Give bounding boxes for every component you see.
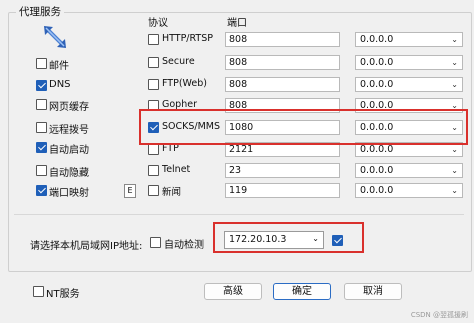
option-checkbox[interactable] [36, 58, 47, 69]
ip-value: 0.0.0.0 [360, 57, 394, 68]
protocol-label: FTP(Web) [162, 78, 207, 89]
option-checkbox[interactable] [36, 185, 47, 196]
protocol-checkbox[interactable] [148, 57, 159, 68]
protocol-label: 新闻 [162, 187, 182, 198]
group-title: 代理服务 [16, 4, 64, 19]
option-checkbox[interactable] [36, 99, 47, 110]
port-input[interactable]: 808 [225, 55, 340, 70]
port-input[interactable]: 23 [225, 163, 340, 178]
option-checkbox[interactable] [36, 122, 47, 133]
ip-value: 0.0.0.0 [360, 165, 394, 176]
protocol-header: 协议 [148, 18, 168, 29]
protocol-label: Telnet [162, 164, 191, 175]
ip-value: 0.0.0.0 [360, 34, 394, 45]
chevron-down-icon: ⌄ [451, 186, 458, 195]
divider [14, 214, 464, 215]
cancel-button[interactable]: 取消 [344, 283, 402, 300]
option-label: 远程拨号 [49, 125, 89, 136]
ok-button[interactable]: 确定 [273, 283, 331, 300]
ip-value: 0.0.0.0 [360, 185, 394, 196]
ip-select[interactable]: 0.0.0.0 ⌄ [355, 32, 463, 47]
port-input[interactable]: 808 [225, 77, 340, 92]
lan-ip-highlight [213, 222, 364, 253]
option-label: 网页缓存 [49, 102, 89, 113]
option-checkbox[interactable] [36, 165, 47, 176]
nt-service-checkbox[interactable] [33, 286, 44, 297]
ip-select[interactable]: 0.0.0.0 ⌄ [355, 77, 463, 92]
option-label: 端口映射 [49, 188, 89, 199]
ip-select[interactable]: 0.0.0.0 ⌄ [355, 163, 463, 178]
lan-ip-label: 请选择本机局域网IP地址: [30, 241, 143, 252]
option-label: DNS [49, 79, 71, 90]
advanced-button[interactable]: 高级 [204, 283, 262, 300]
chevron-down-icon: ⌄ [451, 166, 458, 175]
protocol-checkbox[interactable] [148, 79, 159, 90]
port-header: 端口 [227, 18, 247, 29]
option-checkbox[interactable] [36, 80, 47, 91]
option-checkbox[interactable] [36, 142, 47, 153]
protocol-checkbox[interactable] [148, 165, 159, 176]
protocol-checkbox[interactable] [148, 34, 159, 45]
watermark: CSDN @翌孤援刷 [410, 311, 468, 319]
chevron-down-icon: ⌄ [451, 35, 458, 44]
option-label: 自动启动 [49, 145, 89, 156]
ip-select[interactable]: 0.0.0.0 ⌄ [355, 55, 463, 70]
protocol-checkbox[interactable] [148, 185, 159, 196]
chevron-down-icon: ⌄ [451, 80, 458, 89]
protocol-checkbox[interactable] [148, 144, 159, 155]
ip-value: 0.0.0.0 [360, 79, 394, 90]
option-label: 邮件 [49, 61, 69, 72]
port-input[interactable]: 119 [225, 183, 340, 198]
chevron-down-icon: ⌄ [451, 58, 458, 67]
auto-detect-checkbox[interactable] [150, 237, 161, 248]
protocol-label: Secure [162, 56, 195, 67]
option-label: 自动隐藏 [49, 168, 89, 179]
network-arrows-icon [40, 22, 70, 52]
port-map-edit-button[interactable]: E [124, 184, 136, 198]
ip-value: 0.0.0.0 [360, 144, 394, 155]
ip-select[interactable]: 0.0.0.0 ⌄ [355, 183, 463, 198]
auto-detect-label: 自动检测 [164, 240, 204, 251]
socks-row-highlight [139, 109, 468, 145]
nt-service-label: NT服务 [46, 289, 80, 300]
protocol-label: HTTP/RTSP [162, 33, 213, 44]
port-input[interactable]: 808 [225, 32, 340, 47]
